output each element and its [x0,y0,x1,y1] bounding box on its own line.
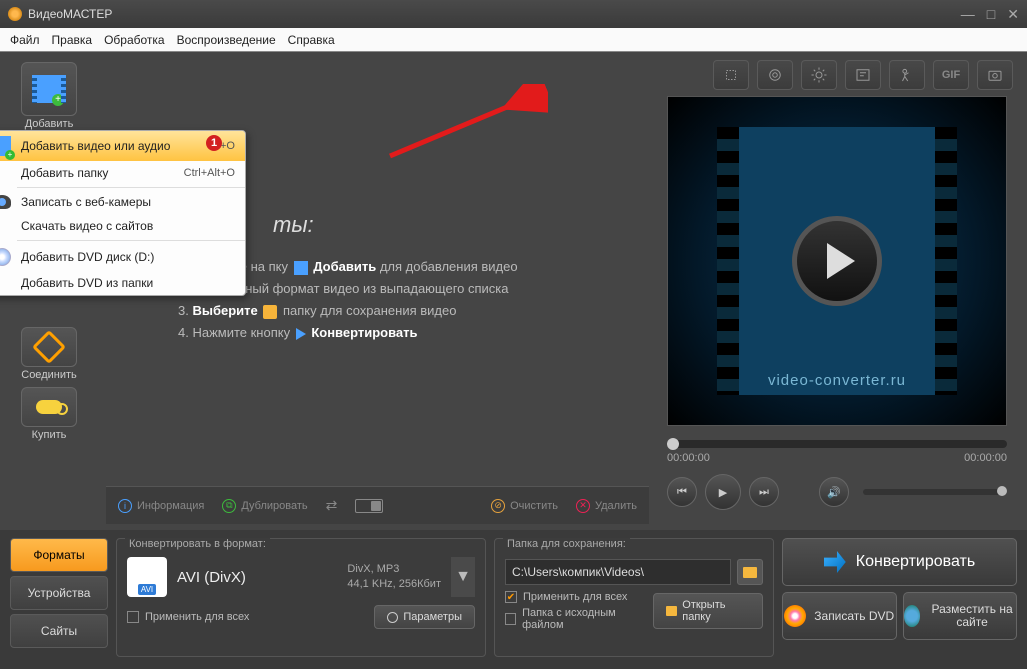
folder-icon [666,606,677,616]
add-label: Добавить [21,118,77,130]
save-path-input[interactable] [505,559,731,585]
add-button[interactable]: + [21,62,77,116]
close-button[interactable]: ✕ [1007,6,1019,23]
menu-help[interactable]: Справка [288,33,335,47]
app-logo-icon [8,7,22,21]
dropdown-record-webcam[interactable]: Записать с веб-камеры [0,190,245,214]
format-file-icon: AVI [127,557,167,597]
time-current: 00:00:00 [667,452,710,464]
start-instructions: 1. Нажмите на пку Добавить для добавлени… [178,256,647,344]
play-button[interactable]: ▶ [705,474,741,510]
folder-icon [263,305,277,319]
folder-icon [743,567,757,578]
film-add-icon: + [37,75,61,103]
key-icon [36,400,62,414]
globe-icon [904,605,921,627]
clear-button[interactable]: ⊘Очистить [491,499,558,513]
prev-button[interactable]: ⏮ [667,477,697,507]
menu-edit[interactable]: Правка [52,33,93,47]
publish-web-button[interactable]: Разместить на сайте [903,592,1018,640]
format-name: AVI (DivX) [177,569,337,586]
webcam-icon [0,195,11,209]
join-icon [32,330,66,364]
volume-button[interactable]: 🔊 [819,477,849,507]
info-button[interactable]: iИнформация [118,499,204,513]
time-total: 00:00:00 [964,452,1007,464]
toggle-icon [355,499,383,513]
format-dropdown-button[interactable]: ▼ [451,557,475,597]
dvd-disc-icon [0,248,11,266]
buy-button[interactable] [21,387,77,427]
seek-slider[interactable] [667,440,1007,448]
params-button[interactable]: Параметры [374,605,475,629]
dropdown-download-sites[interactable]: Скачать видео с сайтов [0,214,245,238]
duplicate-button[interactable]: ⧉Дублировать [222,499,307,513]
dvd-icon [784,605,806,627]
start-heading: ты: [273,212,647,238]
join-label: Соединить [21,369,77,381]
film-icon [294,261,308,275]
add-dropdown-menu: Добавить видео или аудио 1 trl+O Добавит… [0,130,246,296]
menu-playback[interactable]: Воспроизведение [177,33,276,47]
menu-bar: Файл Правка Обработка Воспроизведение Сп… [0,28,1027,52]
video-preview: video-converter.ru [667,96,1007,426]
swap-button[interactable]: ⇄ [326,497,338,514]
format-apply-all-checkbox[interactable]: Применить для всех [127,611,249,623]
save-panel: Папка для сохранения: ✔Применить для все… [494,538,774,657]
brightness-tool-button[interactable] [801,60,837,90]
volume-slider[interactable] [863,489,1007,495]
tab-devices[interactable]: Устройства [10,576,108,610]
crop-tool-button[interactable] [713,60,749,90]
step-badge-1: 1 [206,135,222,151]
dropdown-add-dvd-folder[interactable]: Добавить DVD из папки [0,271,245,295]
menu-file[interactable]: Файл [10,33,40,47]
window-title: ВидеоМАСТЕР [28,7,961,21]
film-add-icon [0,136,11,156]
open-folder-button[interactable]: Открыть папку [653,593,763,629]
dropdown-add-folder[interactable]: Добавить папку Ctrl+Alt+O [0,161,245,185]
speed-tool-button[interactable] [889,60,925,90]
convert-arrow-icon [824,551,846,573]
maximize-button[interactable]: □ [987,6,995,23]
delete-button[interactable]: ✕Удалить [576,499,637,513]
save-source-folder-checkbox[interactable]: Папка с исходным файлом [505,607,647,631]
screenshot-tool-button[interactable] [977,60,1013,90]
toggle-button[interactable] [355,499,383,513]
burn-dvd-button[interactable]: Записать DVD [782,592,897,640]
play-big-icon [792,216,882,306]
dropdown-add-video-audio[interactable]: Добавить видео или аудио 1 trl+O [0,131,245,161]
convert-button[interactable]: Конвертировать [782,538,1017,586]
tab-sites[interactable]: Сайты [10,614,108,648]
next-button[interactable]: ⏭ [749,477,779,507]
effects-tool-button[interactable] [757,60,793,90]
dropdown-add-dvd-disc[interactable]: Добавить DVD диск (D:) [0,243,245,271]
arrow-icon [296,328,306,340]
brand-text: video-converter.ru [768,372,906,389]
save-apply-all-checkbox[interactable]: ✔Применить для всех [505,591,647,603]
browse-folder-button[interactable] [737,559,763,585]
annotation-arrow [378,84,548,214]
format-panel: Конвертировать в формат: AVI AVI (DivX) … [116,538,486,657]
gif-tool-button[interactable]: GIF [933,60,969,90]
menu-process[interactable]: Обработка [104,33,165,47]
buy-label: Купить [21,429,77,441]
gear-icon [387,612,398,623]
minimize-button[interactable]: — [961,6,975,23]
tab-formats[interactable]: Форматы [10,538,108,572]
text-tool-button[interactable] [845,60,881,90]
join-button[interactable] [21,327,77,367]
